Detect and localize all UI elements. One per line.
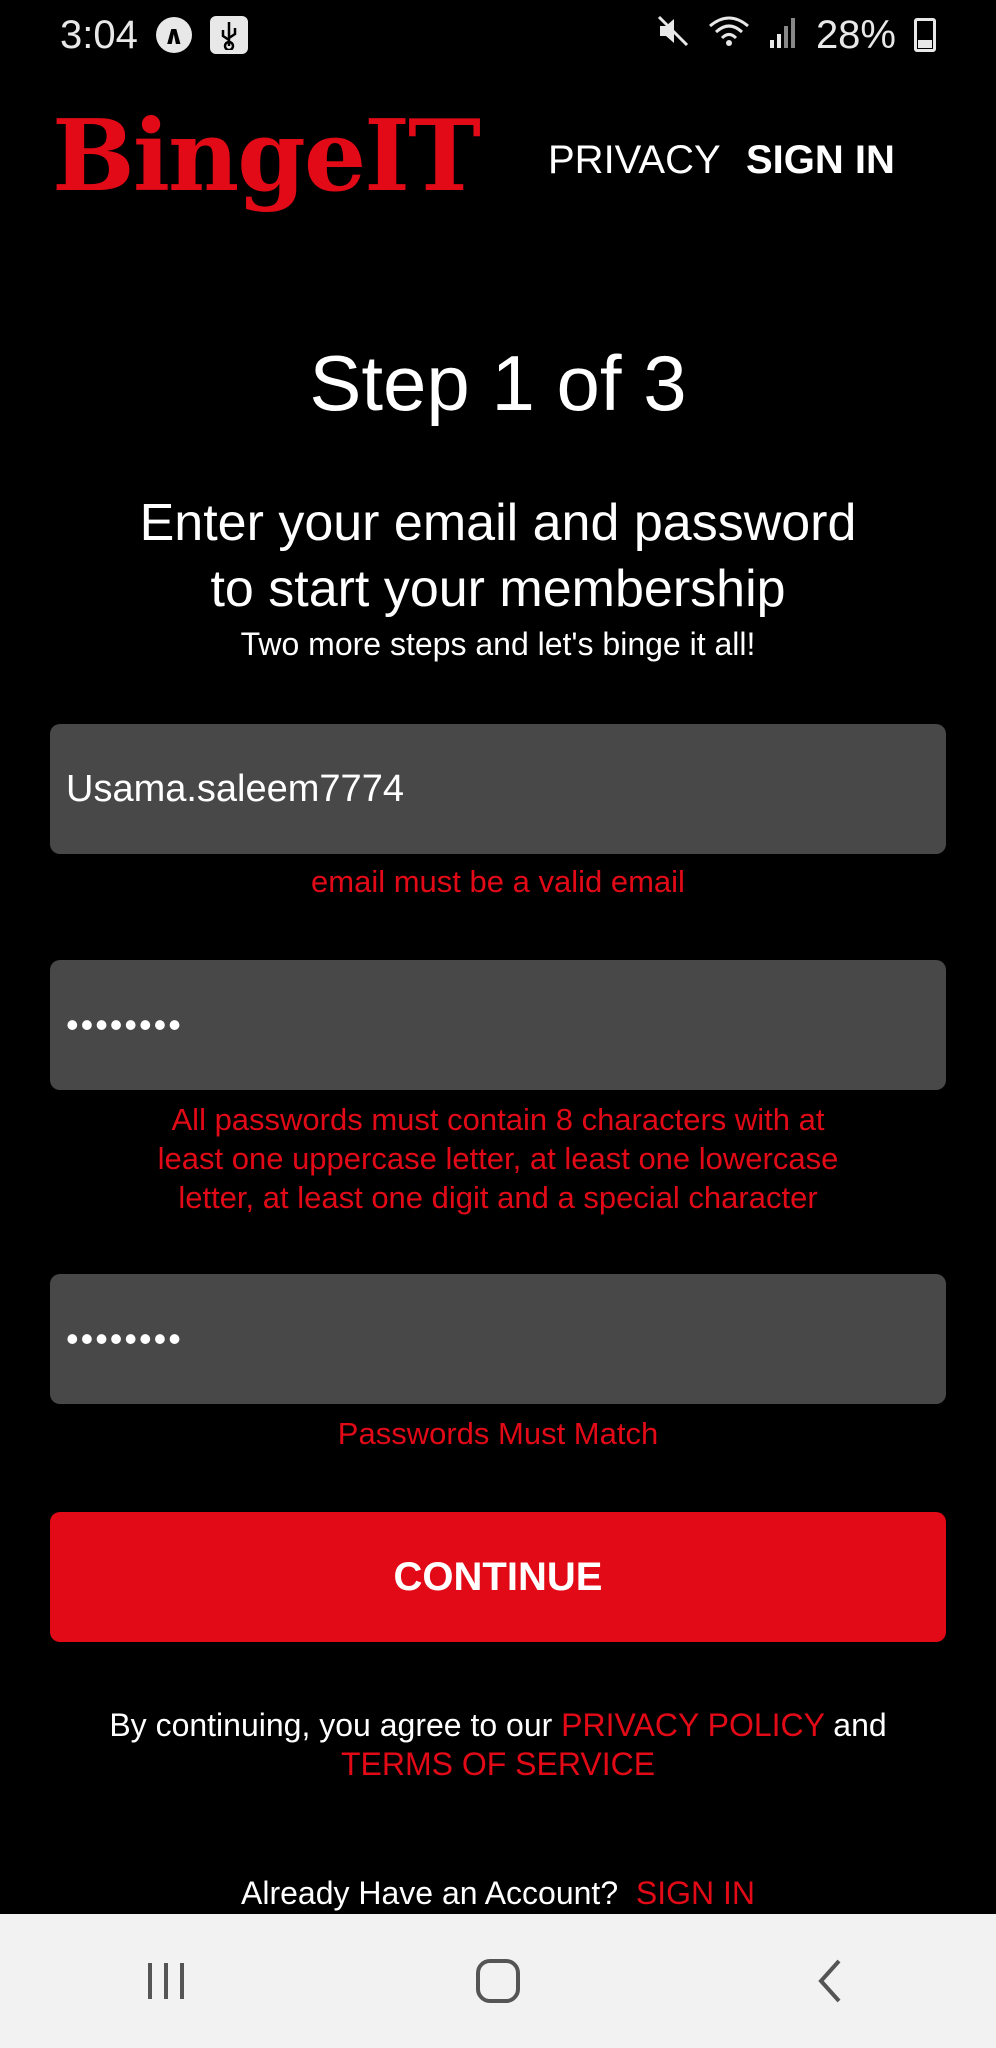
confirm-password-error: Passwords Must Match: [337, 1416, 659, 1451]
email-input[interactable]: [50, 724, 946, 854]
a-circle-icon: ∧: [155, 17, 192, 53]
wifi-icon: [708, 13, 750, 58]
status-time: 3:04: [60, 12, 138, 57]
back-icon[interactable]: [800, 1951, 860, 2011]
step-subtitle: Enter your email and password to start y…: [0, 490, 996, 622]
recent-apps-icon[interactable]: [136, 1951, 196, 2011]
step-title: Step 1 of 3: [309, 339, 687, 427]
signal-icon: [768, 13, 798, 58]
signin-footer-link[interactable]: SIGN IN: [636, 1875, 755, 1911]
password-error-line-3: letter, at least one digit and a special…: [178, 1180, 818, 1215]
already-account-text: Already Have an Account?: [240, 1875, 619, 1911]
legal-line-2: TERMS OF SERVICE: [0, 1745, 996, 1784]
signin-nav-link[interactable]: SIGN IN: [746, 138, 895, 183]
confirm-password-input[interactable]: [50, 1274, 946, 1404]
brand-logo: BingeIT: [52, 99, 481, 214]
system-nav-bar: [0, 1914, 996, 2048]
privacy-nav-link[interactable]: PRIVACY: [548, 138, 721, 183]
password-error-line-1: All passwords must contain 8 characters …: [171, 1102, 825, 1137]
password-input[interactable]: [50, 960, 946, 1090]
subtitle-line-2: to start your membership: [210, 560, 786, 618]
password-error-line-2: least one uppercase letter, at least one…: [157, 1141, 839, 1176]
battery-percent: 28%: [815, 12, 896, 57]
battery-charging-icon: [914, 18, 936, 52]
status-right: 28%: [656, 13, 936, 58]
usb-icon: [209, 16, 248, 54]
legal-line-1: By continuing, you agree to our PRIVACY …: [0, 1706, 996, 1745]
privacy-policy-link[interactable]: PRIVACY POLICY: [561, 1707, 824, 1743]
legal-text: By continuing, you agree to our PRIVACY …: [0, 1706, 996, 1784]
legal-prefix: By continuing, you agree to our: [109, 1707, 562, 1743]
mute-icon: [656, 13, 690, 58]
password-error: All passwords must contain 8 characters …: [100, 1100, 896, 1217]
header: BingeIT PRIVACY SIGN IN: [0, 100, 996, 230]
continue-button[interactable]: CONTINUE: [50, 1512, 946, 1642]
step-hint: Two more steps and let's binge it all!: [240, 626, 756, 662]
email-error: email must be a valid email: [311, 864, 685, 899]
status-left: 3:04 ∧: [60, 13, 248, 58]
signin-prompt: Already Have an Account? SIGN IN: [0, 1875, 996, 1912]
terms-of-service-link[interactable]: TERMS OF SERVICE: [341, 1746, 655, 1782]
status-bar: 3:04 ∧ 28%: [0, 0, 996, 70]
home-icon[interactable]: [468, 1951, 528, 2011]
subtitle-line-1: Enter your email and password: [139, 494, 857, 552]
legal-and: and: [824, 1707, 887, 1743]
